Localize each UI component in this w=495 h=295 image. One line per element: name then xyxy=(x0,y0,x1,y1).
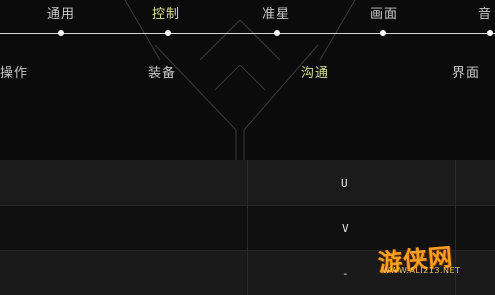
rail-node-1 xyxy=(58,30,64,36)
rail-node-3 xyxy=(274,30,280,36)
subtab-interface[interactable]: 界面 xyxy=(452,62,480,81)
watermark-url: WWW.ALI213.NET xyxy=(382,266,461,275)
rail-node-4 xyxy=(380,30,386,36)
tab-audio[interactable]: 音 xyxy=(478,3,492,22)
rail-node-5 xyxy=(487,30,493,36)
binding-key-value[interactable]: V xyxy=(342,222,349,235)
tab-rail xyxy=(0,33,495,34)
tab-crosshair[interactable]: 准星 xyxy=(262,3,290,22)
binding-key-value[interactable]: U xyxy=(341,177,348,190)
subtab-operation[interactable]: 操作 xyxy=(0,62,28,81)
subtab-communication[interactable]: 沟通 xyxy=(301,62,329,81)
binding-key-value[interactable]: - xyxy=(342,267,349,280)
subtab-equipment[interactable]: 装备 xyxy=(148,62,176,81)
tab-video[interactable]: 画面 xyxy=(370,3,398,22)
tab-general[interactable]: 通用 xyxy=(47,3,75,22)
tab-controls[interactable]: 控制 xyxy=(152,3,180,22)
rail-node-2 xyxy=(165,30,171,36)
column-separator xyxy=(247,160,248,295)
